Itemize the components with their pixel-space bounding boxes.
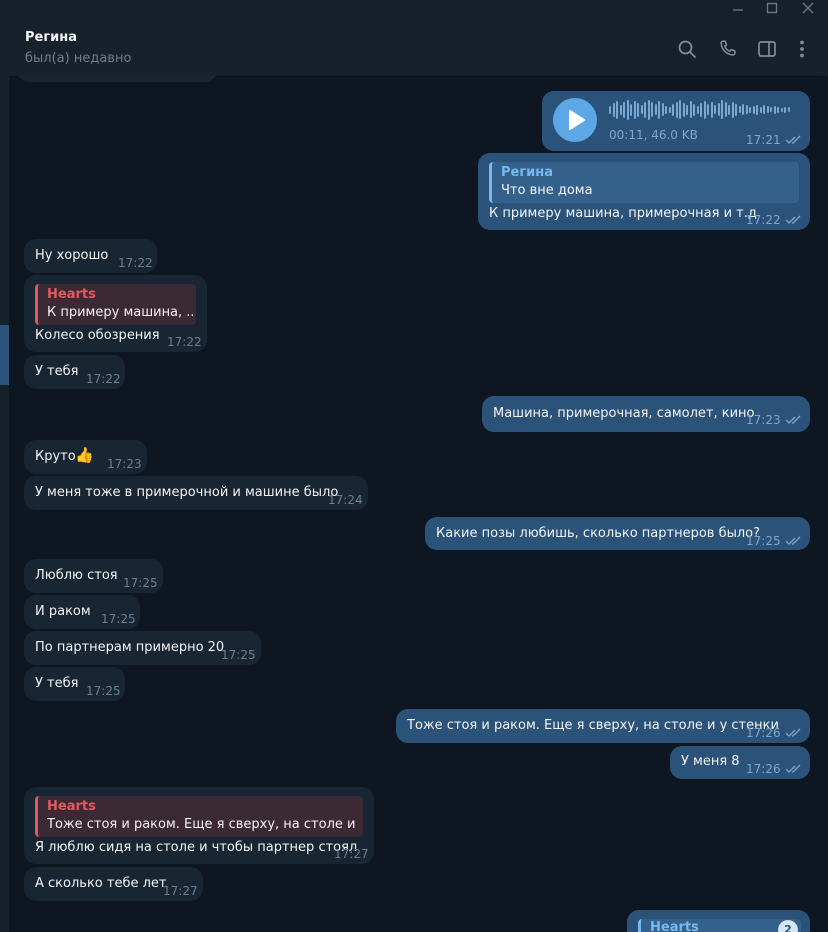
- message-text: К примеру машина, примерочная и т.д: [489, 206, 757, 221]
- message-bubble-in[interactable]: У меня тоже в примерочной и машине было …: [24, 476, 368, 510]
- message-text: У тебя: [35, 676, 79, 691]
- message-bubble-in[interactable]: У тебя 17:22: [24, 355, 125, 389]
- message-text: Ну хорошо: [35, 248, 109, 263]
- message-time: 17:27: [334, 847, 369, 861]
- chat-header: Регина был(а) недавно: [0, 22, 828, 77]
- message-time: 17:26: [746, 726, 781, 740]
- message-time: 17:25: [221, 648, 256, 662]
- selected-chat-indicator: [0, 325, 9, 385]
- sidebar-toggle-icon[interactable]: [756, 38, 778, 60]
- message-bubble-in[interactable]: У тебя 17:25: [24, 667, 125, 701]
- message-text: Какие позы любишь, сколько партнеров был…: [436, 526, 761, 541]
- reply-quote[interactable]: Hearts 2: [638, 919, 801, 932]
- message-time: 17:23: [746, 413, 781, 427]
- message-text: Колесо обозрения: [35, 328, 160, 343]
- contact-status: был(а) недавно: [25, 51, 132, 66]
- message-text: Тоже стоя и раком. Еще я сверху, на стол…: [407, 718, 779, 733]
- read-checkmarks-icon: [785, 415, 801, 424]
- message-time: 17:25: [746, 534, 781, 548]
- message-time: 17:26: [746, 762, 781, 776]
- message-bubble-in[interactable]: Люблю стоя 17:25: [24, 559, 163, 593]
- message-time: 17:22: [86, 372, 121, 386]
- message-time: 17:25: [123, 576, 158, 590]
- more-vertical-icon[interactable]: [791, 38, 813, 60]
- message-bubble-out[interactable]: Машина, примерочная, самолет, кино 17:23: [482, 396, 810, 432]
- message-text: У меня тоже в примерочной и машине было: [35, 485, 339, 500]
- window-titlebar: [0, 0, 828, 22]
- message-bubble-in[interactable]: Hearts К примеру машина, ... Колесо обоз…: [24, 275, 207, 352]
- thumbs-up-emoji: 👍: [75, 446, 94, 464]
- count-badge: 2: [778, 920, 798, 932]
- reply-text: Что вне дома: [501, 183, 593, 198]
- message-time: 17:24: [328, 493, 363, 507]
- message-bubble-partial: [17, 76, 217, 82]
- reply-author: Hearts: [47, 287, 96, 302]
- search-icon[interactable]: [676, 38, 698, 60]
- message-bubble-in[interactable]: По партнерам примерно 20 17:25: [24, 631, 261, 665]
- message-text: Люблю стоя: [35, 568, 118, 583]
- message-bubble-in[interactable]: А сколько тебе лет 17:27: [24, 867, 203, 901]
- reply-quote[interactable]: Регина Что вне дома: [489, 162, 799, 203]
- left-panel-edge: [0, 76, 9, 932]
- message-bubble-in[interactable]: Hearts Тоже стоя и раком. Еще я сверху, …: [24, 787, 374, 864]
- message-bubble-out-partial[interactable]: Hearts 2: [627, 910, 810, 932]
- message-text: А сколько тебе лет: [35, 876, 167, 891]
- message-text: И раком: [35, 604, 91, 619]
- minimize-icon[interactable]: [720, 0, 756, 22]
- reply-text: Тоже стоя и раком. Еще я сверху, на стол…: [47, 817, 360, 832]
- play-button[interactable]: [553, 98, 597, 142]
- reply-text: К примеру машина, ...: [47, 305, 193, 320]
- waveform: [609, 99, 804, 121]
- reply-author: Hearts: [650, 920, 699, 932]
- read-checkmarks-icon: [785, 728, 801, 737]
- message-text: У меня 8: [681, 754, 740, 769]
- message-bubble-out[interactable]: У меня 8 17:26: [670, 746, 810, 779]
- message-time: 17:22: [746, 213, 781, 227]
- message-text: По партнерам примерно 20: [35, 640, 225, 655]
- read-checkmarks-icon: [785, 135, 801, 144]
- reply-author: Hearts: [47, 799, 96, 814]
- message-time: 17:21: [746, 133, 781, 147]
- message-bubble-out[interactable]: Какие позы любишь, сколько партнеров был…: [425, 517, 810, 550]
- read-checkmarks-icon: [785, 215, 801, 224]
- maximize-icon[interactable]: [754, 0, 790, 22]
- play-icon: [569, 110, 585, 130]
- message-time: 17:25: [86, 684, 121, 698]
- message-time: 17:22: [118, 256, 153, 270]
- voice-message[interactable]: 00:11, 46.0 KB 17:21: [542, 91, 810, 151]
- message-time: 17:23: [107, 457, 142, 471]
- message-time: 17:22: [167, 335, 202, 349]
- message-bubble-out[interactable]: Регина Что вне дома К примеру машина, пр…: [478, 153, 810, 230]
- message-time: 17:25: [101, 612, 136, 626]
- message-text: У тебя: [35, 364, 79, 379]
- reply-quote[interactable]: Hearts К примеру машина, ...: [35, 284, 196, 325]
- reply-quote[interactable]: Hearts Тоже стоя и раком. Еще я сверху, …: [35, 796, 363, 837]
- message-text: Машина, примерочная, самолет, кино: [493, 406, 755, 421]
- read-checkmarks-icon: [785, 764, 801, 773]
- message-text: Я люблю сидя на столе и чтобы партнер ст…: [35, 840, 358, 855]
- contact-name[interactable]: Регина: [25, 30, 77, 45]
- reply-author: Регина: [501, 165, 553, 180]
- voice-meta: 00:11, 46.0 KB: [609, 128, 698, 142]
- message-bubble-out[interactable]: Тоже стоя и раком. Еще я сверху, на стол…: [396, 709, 810, 743]
- phone-icon[interactable]: [717, 38, 739, 60]
- message-bubble-in[interactable]: И раком 17:25: [24, 595, 140, 629]
- message-time: 17:27: [163, 884, 198, 898]
- message-list[interactable]: 00:11, 46.0 KB 17:21 Регина Что вне дома…: [9, 76, 822, 932]
- message-bubble-in[interactable]: Круто 👍 17:23: [24, 440, 147, 474]
- right-edge: [822, 76, 828, 932]
- message-text: Круто: [35, 449, 76, 464]
- close-icon[interactable]: [790, 0, 826, 22]
- read-checkmarks-icon: [785, 536, 801, 545]
- message-bubble-in[interactable]: Ну хорошо 17:22: [24, 239, 157, 273]
